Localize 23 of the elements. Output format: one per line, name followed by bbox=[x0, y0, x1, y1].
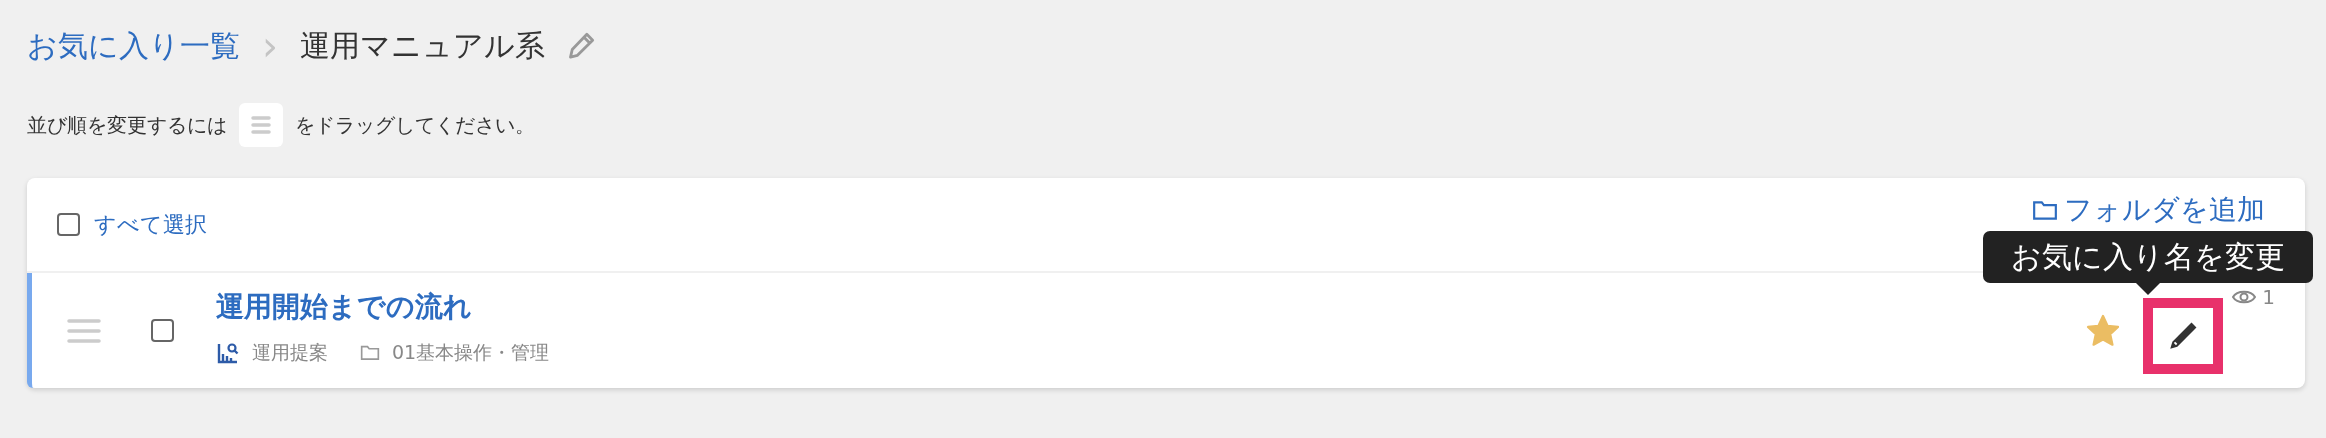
hint-text: をドラッグしてください。 bbox=[295, 111, 535, 139]
folder-icon bbox=[360, 344, 380, 361]
eye-icon bbox=[2232, 289, 2257, 305]
drag-handle-icon bbox=[239, 103, 283, 147]
favorite-title-link[interactable]: 運用開始までの流れ bbox=[216, 287, 550, 326]
drag-handle-icon[interactable] bbox=[67, 317, 101, 344]
breadcrumb-separator: › bbox=[262, 26, 278, 66]
edit-name-button[interactable] bbox=[2143, 297, 2223, 374]
star-icon[interactable] bbox=[2085, 312, 2121, 349]
checkbox[interactable] bbox=[151, 319, 174, 342]
tooltip-arrow bbox=[2136, 283, 2160, 295]
view-count: 1 bbox=[2262, 285, 2275, 309]
folder-title: 運用マニュアル系 bbox=[300, 26, 545, 65]
select-all-label[interactable]: すべて選択 bbox=[94, 209, 207, 240]
add-folder-link[interactable]: フォルダを追加 bbox=[2064, 192, 2265, 227]
tooltip: お気に入り名を変更 bbox=[1983, 231, 2313, 283]
breadcrumb-link[interactable]: お気に入り一覧 bbox=[27, 25, 240, 67]
category-label: 運用提案 bbox=[252, 339, 328, 365]
chart-search-icon bbox=[216, 340, 240, 365]
folder-label: 01基本操作・管理 bbox=[392, 339, 550, 365]
checkbox[interactable] bbox=[57, 213, 80, 236]
folder-icon[interactable] bbox=[2032, 198, 2058, 221]
hint-text: 並び順を変更するには bbox=[27, 111, 227, 139]
